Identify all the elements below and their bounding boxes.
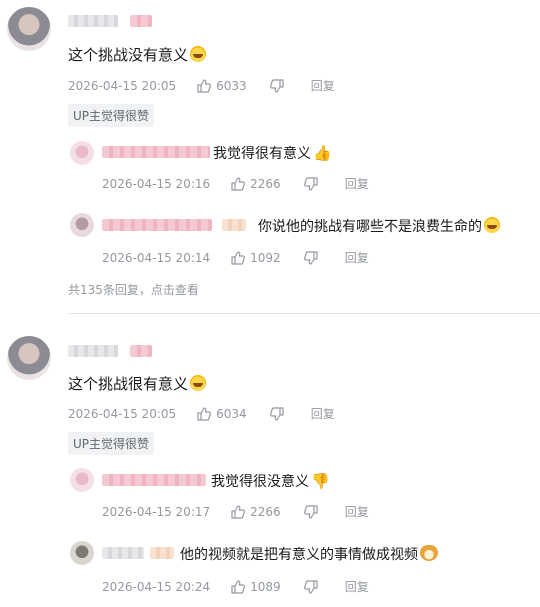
comment-text: 这个挑战很有意义 bbox=[68, 373, 207, 394]
like-count: 6034 bbox=[216, 406, 247, 421]
like-count: 2266 bbox=[250, 176, 281, 191]
reply-text-content: 你说他的挑战有哪些不是浪费生命的 bbox=[258, 219, 482, 235]
like-button[interactable]: 1092 bbox=[230, 250, 281, 266]
reply-avatar[interactable] bbox=[70, 213, 94, 237]
reply-username-blurred[interactable] bbox=[102, 547, 144, 559]
dislike-button[interactable] bbox=[303, 579, 323, 595]
comment-time: 2026-04-15 20:05 bbox=[68, 78, 177, 93]
dislike-button[interactable] bbox=[303, 250, 323, 266]
reply-avatar[interactable] bbox=[70, 541, 94, 565]
comment-avatar[interactable] bbox=[7, 7, 51, 51]
reply-text: 我觉得很有意义 👍 bbox=[213, 143, 332, 163]
username-blurred[interactable] bbox=[68, 15, 118, 27]
reply-text: 我觉得很没意义 👎 bbox=[211, 471, 330, 491]
reply-time: 2026-04-15 20:17 bbox=[102, 504, 211, 519]
reply-button[interactable]: 回复 bbox=[345, 175, 369, 192]
reply-avatar[interactable] bbox=[70, 141, 94, 165]
like-count: 6033 bbox=[216, 78, 247, 93]
reply-text: 你说他的挑战有哪些不是浪费生命的 bbox=[258, 216, 500, 236]
thumbs-up-icon bbox=[230, 504, 246, 520]
thumbs-up-icon bbox=[230, 579, 246, 595]
thumbs-up-icon bbox=[230, 250, 246, 266]
username-blurred[interactable] bbox=[68, 345, 118, 357]
reply-text-content: 他的视频就是把有意义的事情做成视频 bbox=[180, 547, 418, 563]
up-liked-tag: UP主觉得很赞 bbox=[68, 432, 155, 455]
like-button[interactable]: 2266 bbox=[230, 176, 281, 192]
like-button[interactable]: 1089 bbox=[230, 579, 281, 595]
thumbs-down-icon bbox=[303, 250, 319, 266]
comment-divider bbox=[68, 313, 540, 314]
user-badge-blurred bbox=[130, 15, 152, 27]
comment-text: 这个挑战没有意义 bbox=[68, 44, 207, 65]
dislike-button[interactable] bbox=[269, 78, 289, 94]
thumbs-up-icon bbox=[196, 78, 212, 94]
thumbs-down-emoji-icon: 👎 bbox=[311, 472, 330, 490]
laughing-emoji-icon bbox=[190, 46, 207, 62]
reply-text-content: 我觉得很有意义 bbox=[213, 146, 311, 162]
like-count: 1092 bbox=[250, 250, 281, 265]
thumbs-down-icon bbox=[303, 504, 319, 520]
comment-text-content: 这个挑战很有意义 bbox=[68, 375, 189, 393]
comment-meta: 2026-04-15 20:05 6033 回复 bbox=[68, 77, 335, 94]
reply-meta: 2026-04-15 20:16 2266 回复 bbox=[102, 175, 369, 192]
view-more-replies-link[interactable]: 共135条回复，点击查看 bbox=[68, 281, 199, 298]
reply-button[interactable]: 回复 bbox=[345, 503, 369, 520]
reply-time: 2026-04-15 20:24 bbox=[102, 579, 211, 594]
thumbs-up-icon bbox=[230, 176, 246, 192]
reply-avatar[interactable] bbox=[70, 468, 94, 492]
reply-username-blurred[interactable] bbox=[102, 219, 212, 231]
reply-button[interactable]: 回复 bbox=[311, 405, 335, 422]
reply-meta: 2026-04-15 20:24 1089 回复 bbox=[102, 578, 369, 595]
reply-button[interactable]: 回复 bbox=[345, 249, 369, 266]
comment-time: 2026-04-15 20:05 bbox=[68, 406, 177, 421]
reply-text: 他的视频就是把有意义的事情做成视频 bbox=[180, 544, 438, 564]
reply-username-blurred[interactable] bbox=[102, 474, 206, 486]
dislike-button[interactable] bbox=[303, 176, 323, 192]
reply-time: 2026-04-15 20:16 bbox=[102, 176, 211, 191]
up-liked-tag: UP主觉得很赞 bbox=[68, 104, 155, 127]
dog-emoji-icon bbox=[420, 545, 438, 561]
reply-button[interactable]: 回复 bbox=[345, 578, 369, 595]
like-button[interactable]: 6033 bbox=[196, 78, 247, 94]
like-count: 2266 bbox=[250, 504, 281, 519]
thumbs-down-icon bbox=[269, 78, 285, 94]
comment-meta: 2026-04-15 20:05 6034 回复 bbox=[68, 405, 335, 422]
comment-avatar[interactable] bbox=[7, 336, 51, 380]
thumbs-up-emoji-icon: 👍 bbox=[313, 144, 332, 162]
like-count: 1089 bbox=[250, 579, 281, 594]
dislike-button[interactable] bbox=[269, 406, 289, 422]
reply-meta: 2026-04-15 20:17 2266 回复 bbox=[102, 503, 369, 520]
comment-text-content: 这个挑战没有意义 bbox=[68, 46, 189, 64]
thumbs-up-icon bbox=[196, 406, 212, 422]
laughing-emoji-icon bbox=[484, 217, 500, 233]
reply-text-content: 我觉得很没意义 bbox=[211, 474, 309, 490]
thumbs-down-icon bbox=[269, 406, 285, 422]
reply-button[interactable]: 回复 bbox=[311, 77, 335, 94]
reply-time: 2026-04-15 20:14 bbox=[102, 250, 211, 265]
like-button[interactable]: 2266 bbox=[230, 504, 281, 520]
reply-badge-blurred bbox=[150, 547, 174, 559]
user-badge-blurred bbox=[130, 345, 152, 357]
reply-badge-blurred bbox=[222, 219, 246, 231]
dislike-button[interactable] bbox=[303, 504, 323, 520]
thumbs-down-icon bbox=[303, 579, 319, 595]
laughing-emoji-icon bbox=[190, 375, 207, 391]
like-button[interactable]: 6034 bbox=[196, 406, 247, 422]
reply-meta: 2026-04-15 20:14 1092 回复 bbox=[102, 249, 369, 266]
reply-username-blurred[interactable] bbox=[102, 146, 210, 158]
thumbs-down-icon bbox=[303, 176, 319, 192]
